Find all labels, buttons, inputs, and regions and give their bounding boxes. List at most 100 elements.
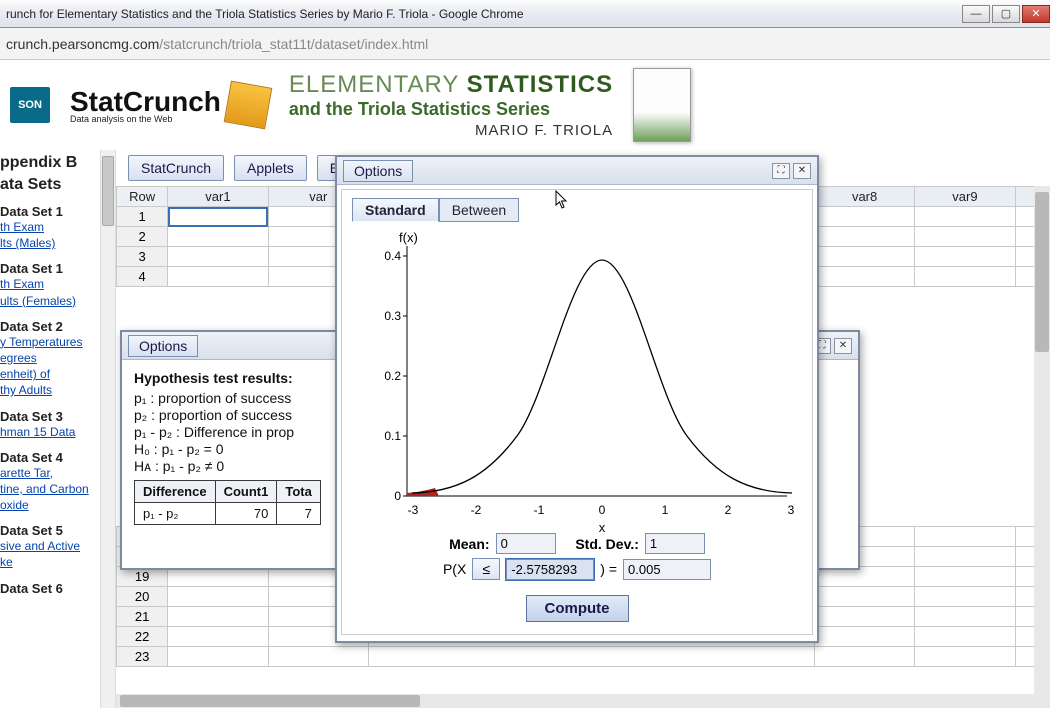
cell[interactable] bbox=[168, 647, 268, 667]
tab-standard[interactable]: Standard bbox=[352, 198, 439, 222]
cell[interactable] bbox=[168, 627, 268, 647]
dataset-link[interactable]: th Exam bbox=[0, 276, 100, 292]
cell[interactable] bbox=[915, 247, 1015, 267]
menu-statcrunch[interactable]: StatCrunch bbox=[128, 155, 224, 181]
cell[interactable] bbox=[268, 647, 368, 667]
cell[interactable] bbox=[814, 227, 914, 247]
datasets-sidebar: ppendix B ata Sets Data Set 1th Examlts … bbox=[0, 150, 100, 708]
cell[interactable] bbox=[814, 607, 914, 627]
minimize-button[interactable]: — bbox=[962, 5, 990, 23]
dataset-link[interactable]: oxide bbox=[0, 497, 100, 513]
col-var8[interactable]: var8 bbox=[814, 187, 914, 207]
url-host: crunch.pearsoncmg.com bbox=[6, 36, 159, 52]
row-header[interactable]: 1 bbox=[117, 207, 168, 227]
close-icon[interactable]: ✕ bbox=[834, 338, 852, 354]
dataset-title: Data Set 6 bbox=[0, 581, 100, 596]
comparison-operator-button[interactable]: ≤ bbox=[472, 558, 500, 580]
svg-text:0: 0 bbox=[394, 489, 401, 503]
book-thumbnail bbox=[633, 68, 691, 142]
cell[interactable] bbox=[368, 647, 814, 667]
book-title-block: ELEMENTARY STATISTICS and the Triola Sta… bbox=[289, 71, 613, 139]
dataset-link[interactable]: y Temperatures bbox=[0, 334, 100, 350]
book-author: MARIO F. TRIOLA bbox=[289, 122, 613, 139]
row-header[interactable]: 22 bbox=[117, 627, 168, 647]
row-header[interactable]: 3 bbox=[117, 247, 168, 267]
cell[interactable] bbox=[168, 207, 268, 227]
close-icon[interactable]: ✕ bbox=[793, 163, 811, 179]
scrollbar-thumb[interactable] bbox=[102, 156, 114, 226]
sd-input[interactable] bbox=[645, 533, 705, 554]
cell[interactable] bbox=[168, 227, 268, 247]
cell[interactable] bbox=[915, 567, 1015, 587]
pearson-logo: SON bbox=[10, 87, 50, 123]
row-header[interactable]: 23 bbox=[117, 647, 168, 667]
row-header[interactable]: 2 bbox=[117, 227, 168, 247]
dataset-link[interactable]: egrees bbox=[0, 350, 100, 366]
cell[interactable] bbox=[168, 587, 268, 607]
td-tota: 7 bbox=[277, 503, 320, 525]
cell[interactable] bbox=[915, 627, 1015, 647]
book-subtitle: and the Triola Statistics Series bbox=[289, 99, 613, 120]
menu-applets[interactable]: Applets bbox=[234, 155, 307, 181]
dataset-title: Data Set 3 bbox=[0, 409, 100, 424]
row-header[interactable]: 21 bbox=[117, 607, 168, 627]
dataset-link[interactable]: sive and Active bbox=[0, 538, 100, 554]
cell[interactable] bbox=[814, 267, 914, 287]
dataset-link[interactable]: tine, and Carbon bbox=[0, 481, 100, 497]
maximize-button[interactable]: ▢ bbox=[992, 5, 1020, 23]
scrollbar-thumb[interactable] bbox=[120, 695, 420, 707]
dataset-link[interactable]: th Exam bbox=[0, 219, 100, 235]
col-var9[interactable]: var9 bbox=[915, 187, 1015, 207]
cell[interactable] bbox=[168, 267, 268, 287]
cell[interactable] bbox=[168, 607, 268, 627]
sidebar-scrollbar[interactable] bbox=[100, 150, 116, 708]
vertical-scrollbar[interactable] bbox=[1034, 186, 1050, 708]
col-row[interactable]: Row bbox=[117, 187, 168, 207]
cell[interactable] bbox=[814, 207, 914, 227]
calc-tabs: Standard Between bbox=[352, 198, 802, 222]
dataset-link[interactable]: arette Tar, bbox=[0, 465, 100, 481]
svg-text:2: 2 bbox=[725, 503, 732, 517]
dataset-link[interactable]: enheit) of bbox=[0, 366, 100, 382]
options-button[interactable]: Options bbox=[343, 160, 413, 182]
dataset-title: Data Set 2 bbox=[0, 319, 100, 334]
cell[interactable] bbox=[915, 527, 1015, 547]
col-var1[interactable]: var1 bbox=[168, 187, 268, 207]
tab-between[interactable]: Between bbox=[439, 198, 519, 222]
address-bar[interactable]: crunch.pearsoncmg.com/statcrunch/triola_… bbox=[0, 28, 1050, 60]
cell[interactable] bbox=[168, 247, 268, 267]
cell[interactable] bbox=[814, 247, 914, 267]
compute-button[interactable]: Compute bbox=[526, 595, 629, 622]
cell[interactable] bbox=[915, 647, 1015, 667]
dataset-link[interactable]: ke bbox=[0, 554, 100, 570]
y-axis-label: f(x) bbox=[399, 230, 418, 245]
dialog-header[interactable]: Options ⛶ ✕ bbox=[337, 157, 817, 185]
calc-inputs: Mean: Std. Dev.: P(X ≤ ) = bbox=[342, 529, 812, 584]
scrollbar-thumb[interactable] bbox=[1035, 192, 1049, 352]
row-header[interactable]: 4 bbox=[117, 267, 168, 287]
dataset-link[interactable]: hman 15 Data bbox=[0, 424, 100, 440]
options-button[interactable]: Options bbox=[128, 335, 198, 357]
svg-text:-2: -2 bbox=[471, 503, 482, 517]
dataset-link[interactable]: thy Adults bbox=[0, 382, 100, 398]
probability-input[interactable] bbox=[623, 559, 711, 580]
close-button[interactable]: ✕ bbox=[1022, 5, 1050, 23]
cell[interactable] bbox=[915, 207, 1015, 227]
normal-calculator-dialog[interactable]: Options ⛶ ✕ Standard Between 0 0.1 bbox=[335, 155, 819, 643]
cell[interactable] bbox=[915, 607, 1015, 627]
dataset-link[interactable]: lts (Males) bbox=[0, 235, 100, 251]
cell[interactable] bbox=[915, 547, 1015, 567]
row-header[interactable]: 20 bbox=[117, 587, 168, 607]
logo-cube-icon bbox=[224, 81, 273, 130]
x-value-input[interactable] bbox=[506, 559, 594, 580]
cell[interactable] bbox=[915, 587, 1015, 607]
cell[interactable] bbox=[915, 267, 1015, 287]
expand-icon[interactable]: ⛶ bbox=[772, 163, 790, 179]
cell[interactable] bbox=[814, 647, 914, 667]
horizontal-scrollbar[interactable] bbox=[116, 694, 1034, 708]
cell[interactable] bbox=[814, 587, 914, 607]
mean-input[interactable] bbox=[496, 533, 556, 554]
dataset-link[interactable]: ults (Females) bbox=[0, 293, 100, 309]
cell[interactable] bbox=[915, 227, 1015, 247]
cell[interactable] bbox=[814, 627, 914, 647]
